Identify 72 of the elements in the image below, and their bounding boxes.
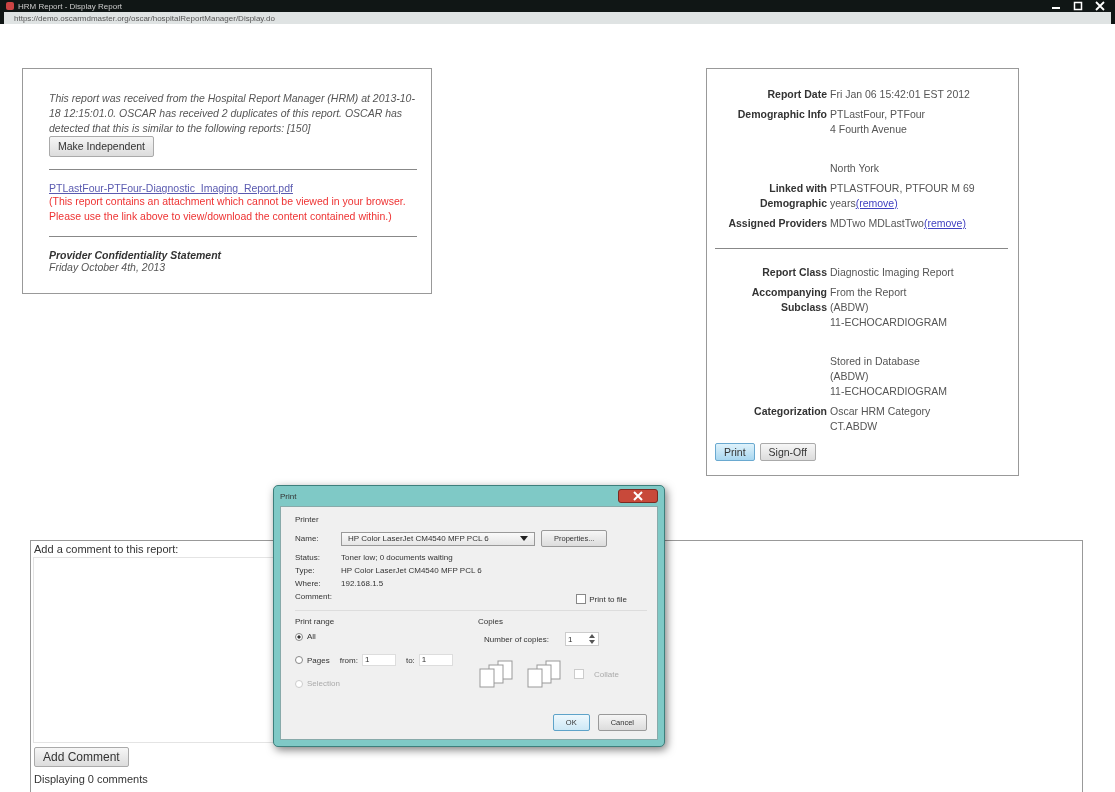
field-label: Demographic Info [715, 105, 830, 179]
field-value: Oscar HRM Category [830, 405, 931, 417]
field-value: Fri Jan 06 15:42:01 EST 2012 [830, 88, 970, 100]
field-value: Stored in Database [830, 355, 920, 367]
confidentiality-date: Friday October 4th, 2013 [49, 261, 167, 273]
radio-button[interactable] [295, 656, 303, 664]
radio-label: All [307, 632, 316, 641]
field-label: Assigned Providers [715, 214, 830, 234]
add-comment-button[interactable]: Add Comment [34, 747, 129, 767]
field-label: to: [405, 655, 415, 665]
checkbox-label: Print to file [589, 594, 627, 604]
make-independent-button[interactable]: Make Independent [49, 136, 154, 157]
maximize-icon [1073, 1, 1083, 11]
remove-link[interactable]: (remove) [923, 217, 966, 229]
field-value: 4 Fourth Avenue [830, 123, 907, 135]
window-title: HRM Report - Display Report [18, 1, 123, 11]
close-button[interactable] [618, 489, 658, 503]
field-label: from: [339, 655, 358, 665]
field-value: Toner low; 0 documents waiting [341, 552, 453, 564]
field-label: Linked with Demographic [715, 179, 830, 214]
radio-label: Pages [307, 655, 330, 665]
spinner-arrows-icon [587, 633, 596, 645]
radio-button[interactable] [295, 632, 303, 641]
field-label: Report Date [715, 85, 830, 105]
field-value: Diagnostic Imaging Report [830, 266, 954, 278]
dialog-title: Print [280, 491, 297, 501]
comment-label: Add a comment to this report: [33, 542, 180, 557]
printer-select[interactable]: HP Color LaserJet CM4540 MFP PCL 6 [341, 531, 535, 546]
attachment-link[interactable]: PTLastFour-PTFour-Diagnostic_Imaging_Report.pdf [49, 182, 293, 194]
field-value: MDTwo MDLastTwo [830, 217, 924, 229]
field-value: 11-ECHOCARDIOGRAM [830, 385, 948, 397]
sign-off-button[interactable]: Sign-Off [759, 443, 816, 461]
field-label: Report Class [715, 263, 830, 283]
dropdown-arrow-icon [520, 536, 528, 541]
copies-spinner[interactable]: 1 [564, 632, 599, 646]
checkbox-label: Collate [594, 669, 619, 679]
field-label: Categorization [715, 402, 830, 437]
field-label: Status: [295, 552, 321, 564]
field-label: Name: [295, 534, 320, 543]
attachment-warning: (This report contains an attachment which cannot be viewed in your browser. Please use the link above to view/download the content contained within.) [49, 194, 407, 224]
comment-count: Displaying 0 comments [33, 772, 149, 787]
close-icon [1095, 1, 1105, 11]
field-value: From the Report [830, 286, 907, 298]
field-label: Type: [295, 565, 316, 577]
group-label: Copies [478, 617, 504, 626]
field-value: North York [830, 162, 880, 174]
to-field[interactable]: 1 [418, 654, 453, 666]
field-value: CT.ABDW [830, 420, 878, 432]
from-field[interactable]: 1 [361, 654, 396, 666]
field-label: Comment: [295, 591, 333, 603]
field-value: (ABDW) [830, 301, 869, 313]
close-icon [633, 491, 643, 501]
address-bar[interactable]: https://demo.oscarmdmaster.org/oscar/hospitalReportManager/Display.do [4, 12, 1111, 24]
field-label: Accompanying Subclass [715, 283, 830, 402]
intro-text: This report was received from the Hospital Report Manager (HRM) at 2013-10-18 12:15:01.0. OSCAR has received 2 duplicates of this report. OSCAR has detected that this is similar to the following reports: [150] [49, 92, 415, 134]
page-icon [6, 2, 14, 10]
group-label: Printer [295, 515, 320, 524]
confidentiality-title: Provider Confidentiality Statement [49, 249, 223, 261]
field-label: Where: [295, 578, 322, 590]
print-button[interactable]: Print [715, 443, 755, 461]
print-to-file-checkbox[interactable] [576, 594, 587, 604]
remove-link[interactable]: (remove) [855, 197, 898, 209]
group-label: Print range [295, 617, 336, 626]
field-value: (ABDW) [830, 370, 869, 382]
radio-label: Selection [307, 679, 340, 688]
field-value: PTLastFour, PTFour [830, 108, 926, 120]
field-value: 192.168.1.5 [341, 578, 384, 590]
field-value: HP Color LaserJet CM4540 MFP PCL 6 [341, 565, 482, 577]
field-label: Number of copies: [484, 634, 549, 644]
field-value: years [830, 197, 856, 209]
field-value: PTLASTFOUR, PTFOUR M 69 [830, 182, 975, 194]
field-value: 11-ECHOCARDIOGRAM [830, 316, 948, 328]
